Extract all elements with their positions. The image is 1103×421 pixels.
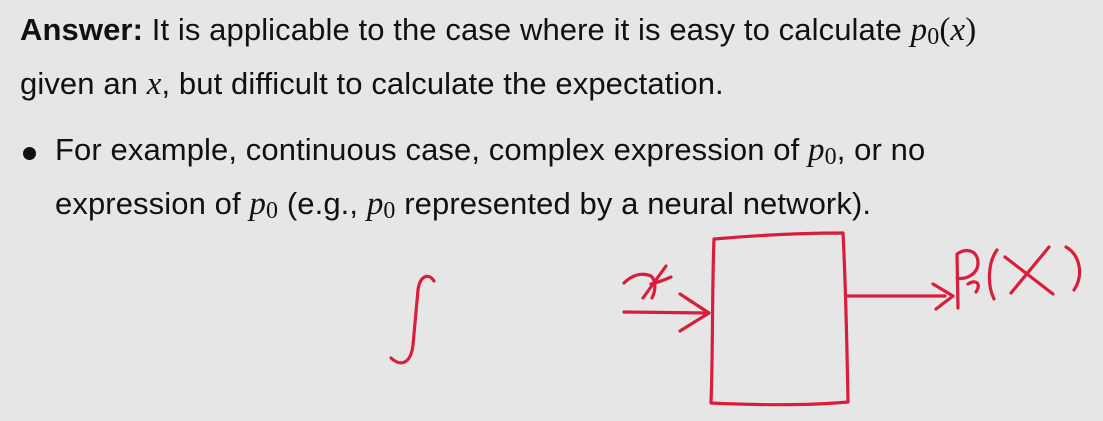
output-label-drawing [1064,245,1082,292]
integral-sign-drawing [389,274,436,365]
output-label-drawing [966,280,980,294]
input-arrow-drawing [622,310,710,315]
output-label-drawing [987,248,999,301]
box-drawing [709,231,850,407]
output-label-drawing [1003,255,1055,296]
output-label-drawing [955,249,980,310]
handwritten-annotation [389,231,1082,407]
